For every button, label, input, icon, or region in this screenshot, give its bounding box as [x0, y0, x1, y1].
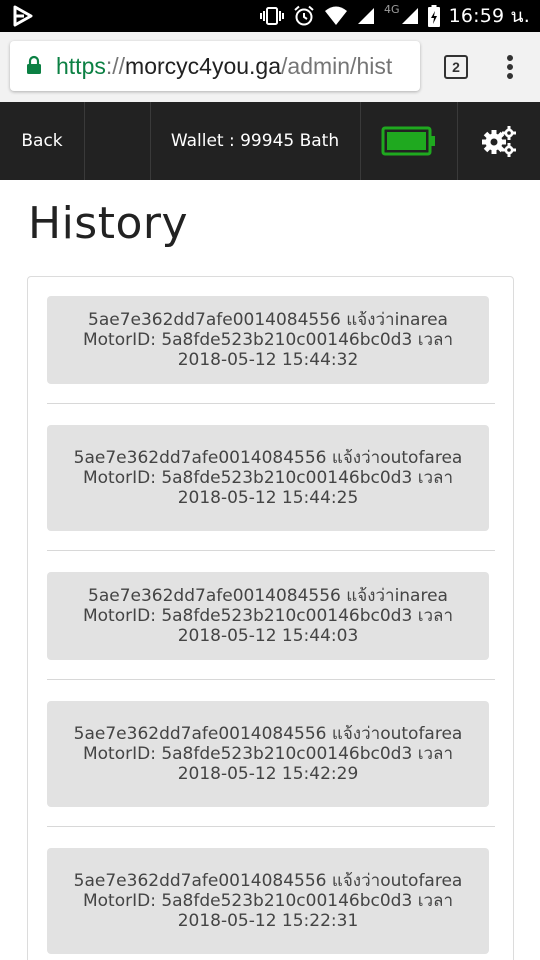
overflow-menu-icon[interactable] — [500, 53, 520, 81]
list-separator — [47, 550, 495, 551]
battery-charging-icon — [427, 5, 440, 27]
browser-toolbar: https://morcyc4you.ga/admin/hist 2 — [0, 32, 540, 102]
cellular-signal-icon — [358, 8, 375, 24]
notification-app-icon — [13, 5, 33, 27]
list-separator — [47, 679, 495, 680]
list-separator — [47, 403, 495, 404]
status-time: 16:59 น. — [448, 5, 530, 27]
app-navbar: Back Wallet : 99945 Bath — [0, 102, 540, 180]
page-title: History — [28, 198, 189, 249]
network-type-label: 4G — [384, 2, 400, 16]
history-item: 5ae7e362dd7afe0014084556 แจ้งว่าoutofare… — [47, 848, 489, 954]
list-separator — [47, 826, 495, 827]
settings-button[interactable] — [458, 102, 540, 180]
back-button[interactable]: Back — [0, 102, 84, 180]
tab-switcher-button[interactable]: 2 — [444, 55, 468, 79]
battery-fill — [387, 132, 426, 150]
nav-divider — [84, 102, 85, 180]
battery-status[interactable] — [361, 102, 457, 180]
wifi-icon — [325, 6, 348, 25]
history-item: 5ae7e362dd7afe0014084556 แจ้งว่าoutofare… — [47, 425, 489, 531]
wallet-balance: Wallet : 99945 Bath — [170, 131, 340, 151]
url-path: /admin/hist — [281, 53, 393, 79]
cellular-signal-2-icon — [401, 8, 418, 24]
address-bar[interactable]: https://morcyc4you.ga/admin/hist — [10, 41, 420, 91]
history-item: 5ae7e362dd7afe0014084556 แจ้งว่าinarea M… — [47, 572, 489, 660]
alarm-icon — [294, 5, 314, 26]
gears-icon — [482, 126, 516, 157]
status-bar: 4G 16:59 น. — [0, 0, 540, 32]
url-host: morcyc4you.ga — [125, 53, 282, 79]
history-item: 5ae7e362dd7afe0014084556 แจ้งว่าinarea M… — [47, 296, 489, 384]
url-separator: :// — [105, 53, 126, 79]
lock-icon — [27, 55, 41, 74]
url-text: https://morcyc4you.ga/admin/hist — [56, 52, 392, 80]
vibrate-icon — [260, 7, 285, 25]
url-scheme: https — [56, 53, 106, 79]
battery-full-icon — [381, 126, 435, 156]
history-item: 5ae7e362dd7afe0014084556 แจ้งว่าoutofare… — [47, 701, 489, 807]
history-panel: 5ae7e362dd7afe0014084556 แจ้งว่าinarea M… — [27, 276, 514, 960]
